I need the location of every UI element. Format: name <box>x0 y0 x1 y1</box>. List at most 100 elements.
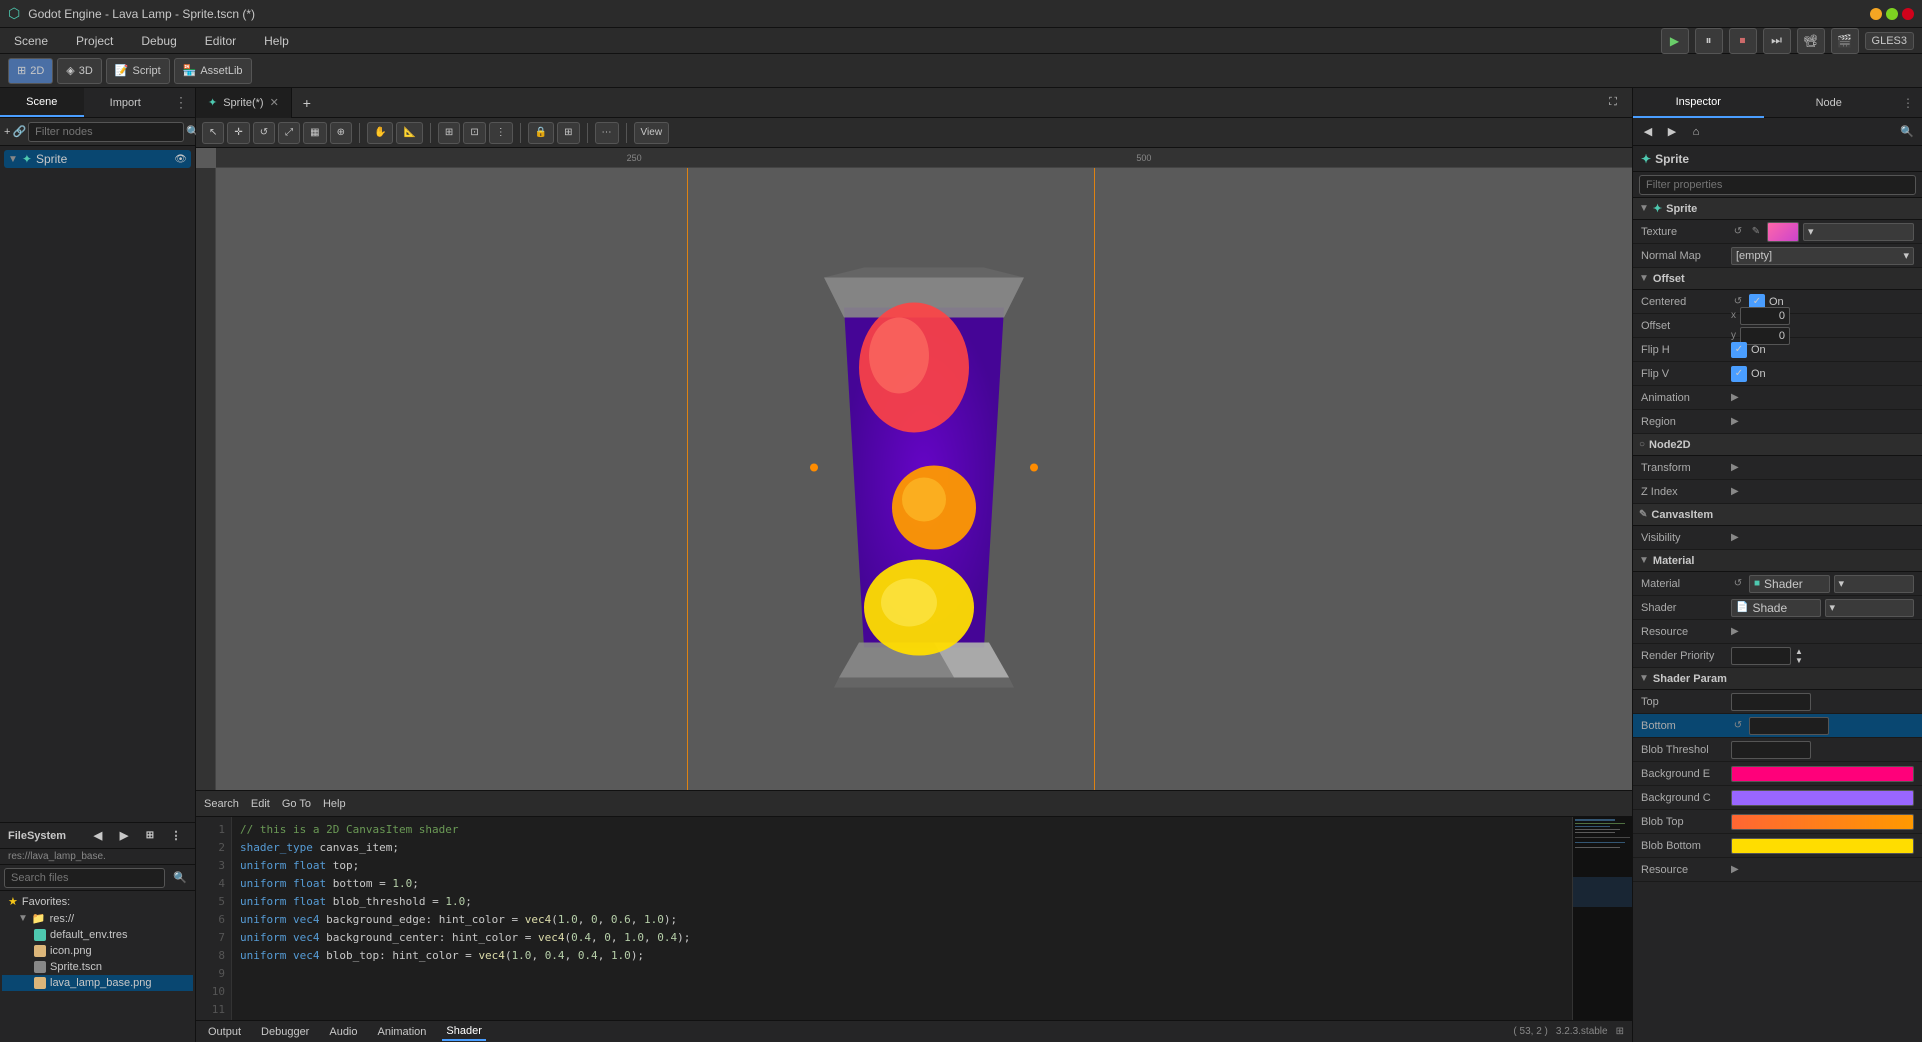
tab-node[interactable]: Node <box>1764 88 1895 118</box>
mode-3d[interactable]: ◈ 3D <box>57 58 102 84</box>
visibility-expand[interactable]: ▶ <box>1731 532 1739 543</box>
code-content[interactable]: // this is a 2D CanvasItem shader shader… <box>232 817 1572 1020</box>
group-button[interactable]: ⊞ <box>557 122 579 144</box>
handle-left[interactable] <box>810 464 818 472</box>
play-scene-button[interactable]: 📽 <box>1797 28 1825 54</box>
render-priority-input[interactable]: 0 <box>1731 647 1791 665</box>
shader-dropdown[interactable]: ▾ <box>1825 599 1915 617</box>
blob-top-swatch[interactable] <box>1731 814 1914 830</box>
search-files-input[interactable] <box>4 868 165 888</box>
view-button[interactable]: View <box>634 122 670 144</box>
texture-swatch[interactable] <box>1767 222 1799 242</box>
stop-button[interactable]: ⏹ <box>1729 28 1757 54</box>
mode-2d[interactable]: ⊞ 2D <box>8 58 53 84</box>
animation-expand[interactable]: ▶ <box>1731 392 1739 403</box>
play-custom-button[interactable]: 🎬 <box>1831 28 1859 54</box>
pivot-tool[interactable]: ⊕ <box>330 122 352 144</box>
tab-audio[interactable]: Audio <box>325 1024 361 1040</box>
scene-tree-sprite[interactable]: ▼ ✦ Sprite 👁 <box>4 150 191 168</box>
close-button[interactable] <box>1902 8 1914 20</box>
rotate-tool[interactable]: ↺ <box>253 122 275 144</box>
code-menu-help[interactable]: Help <box>323 798 346 810</box>
code-menu-search[interactable]: Search <box>204 798 239 810</box>
menu-project[interactable]: Project <box>70 32 119 50</box>
flip-v-toggle[interactable]: ✓ On <box>1731 366 1766 382</box>
texture-reset[interactable]: ↺ <box>1731 225 1745 239</box>
resource-expand1[interactable]: ▶ <box>1731 626 1739 637</box>
snap-button[interactable]: ⋯ <box>595 122 619 144</box>
tab-close-button[interactable]: ✕ <box>270 96 279 109</box>
more-options[interactable]: ⋮ <box>489 122 513 144</box>
smart-snap-tool[interactable]: ▦ <box>303 122 326 144</box>
background-e-swatch[interactable] <box>1731 766 1914 782</box>
viewport-bg[interactable] <box>216 168 1632 790</box>
shader-value-btn[interactable]: 📄 Shade <box>1731 599 1821 617</box>
tab-import[interactable]: Import <box>84 88 168 117</box>
link-button[interactable]: 🔗 <box>12 121 26 143</box>
scale-tool[interactable]: ⤢ <box>278 122 300 144</box>
maximize-button[interactable] <box>1886 8 1898 20</box>
add-tab-button[interactable]: + <box>292 95 322 111</box>
step-button[interactable]: ⏭ <box>1763 28 1791 54</box>
fs-item-res[interactable]: ▼ 📁 res:// <box>2 910 193 927</box>
material-reset[interactable]: ↺ <box>1731 577 1745 591</box>
flip-h-checkbox[interactable]: ✓ <box>1731 342 1747 358</box>
render-priority-stepper[interactable]: ▲ ▼ <box>1795 647 1803 665</box>
visibility-toggle-icon[interactable]: 👁 <box>174 154 187 165</box>
shader-param-section-header[interactable]: ▼ Shader Param <box>1633 668 1922 690</box>
texture-edit[interactable]: ✎ <box>1749 225 1763 239</box>
inspect-back-button[interactable]: ◀ <box>1637 121 1659 143</box>
texture-dropdown[interactable]: ▾ <box>1803 223 1914 241</box>
gles-badge[interactable]: GLES3 <box>1865 32 1914 50</box>
tab-output[interactable]: Output <box>204 1024 245 1040</box>
region-expand[interactable]: ▶ <box>1731 416 1739 427</box>
material-dropdown[interactable]: ▾ <box>1834 575 1915 593</box>
menu-debug[interactable]: Debug <box>135 32 182 50</box>
tab-sprite[interactable]: ✦ Sprite(*) ✕ <box>196 88 292 118</box>
menu-scene[interactable]: Scene <box>8 32 54 50</box>
inspect-search-button[interactable]: 🔍 <box>1896 121 1918 143</box>
offset-x-input[interactable]: 0 <box>1740 307 1790 325</box>
inspect-forward-button[interactable]: ▶ <box>1661 121 1683 143</box>
mode-assetlib[interactable]: 🏪 AssetLib <box>174 58 252 84</box>
code-menu-edit[interactable]: Edit <box>251 798 270 810</box>
normal-map-dropdown[interactable]: [empty] ▾ <box>1731 247 1914 265</box>
fs-item-tscn[interactable]: Sprite.tscn <box>2 959 193 975</box>
menu-help[interactable]: Help <box>258 32 295 50</box>
fs-search-button[interactable]: 🔍 <box>169 867 191 889</box>
material-value-btn[interactable]: ■ Shader <box>1749 575 1830 593</box>
fs-item-png[interactable]: lava_lamp_base.png <box>2 975 193 991</box>
code-menu-goto[interactable]: Go To <box>282 798 311 810</box>
add-node-button[interactable]: + <box>4 121 10 143</box>
handle-right[interactable] <box>1030 464 1038 472</box>
flip-v-checkbox[interactable]: ✓ <box>1731 366 1747 382</box>
filter-nodes-input[interactable] <box>28 122 184 142</box>
select-tool[interactable]: ↖ <box>202 122 224 144</box>
tab-inspector[interactable]: Inspector <box>1633 88 1764 118</box>
scene-panel-menu[interactable]: ⋮ <box>167 88 195 117</box>
node2d-section-header[interactable]: ○ Node2D <box>1633 434 1922 456</box>
fs-item-env[interactable]: default_env.tres <box>2 927 193 943</box>
lava-lamp-sprite[interactable] <box>814 268 1034 691</box>
mode-script[interactable]: 📝 Script <box>106 58 170 84</box>
transform-expand[interactable]: ▶ <box>1731 462 1739 473</box>
canvasitem-section-header[interactable]: ✎ CanvasItem <box>1633 504 1922 526</box>
pause-button[interactable]: ⏸ <box>1695 28 1723 54</box>
lock-button[interactable]: 🔒 <box>528 122 554 144</box>
play-button[interactable]: ▶ <box>1661 28 1689 54</box>
move-tool[interactable]: ✛ <box>227 122 249 144</box>
ruler-tool[interactable]: 📐 <box>396 122 422 144</box>
blob-threshold-input[interactable]: 1 <box>1731 741 1811 759</box>
fs-menu-button[interactable]: ⋮ <box>165 825 187 847</box>
tab-shader[interactable]: Shader <box>442 1023 485 1041</box>
sprite-section-header[interactable]: ▼ ✦ Sprite <box>1633 198 1922 220</box>
z-index-expand[interactable]: ▶ <box>1731 486 1739 497</box>
resource-expand2[interactable]: ▶ <box>1731 864 1739 875</box>
transform-btn2[interactable]: ⊡ <box>463 122 485 144</box>
transform-btn1[interactable]: ⊞ <box>438 122 460 144</box>
inspect-home-button[interactable]: ⌂ <box>1685 121 1707 143</box>
fs-item-icon[interactable]: icon.png <box>2 943 193 959</box>
tab-debugger[interactable]: Debugger <box>257 1024 313 1040</box>
shader-bottom-input[interactable]: 0.618 <box>1749 717 1829 735</box>
viewport-canvas[interactable]: − 178.2 % + 250 500 <box>196 148 1632 790</box>
